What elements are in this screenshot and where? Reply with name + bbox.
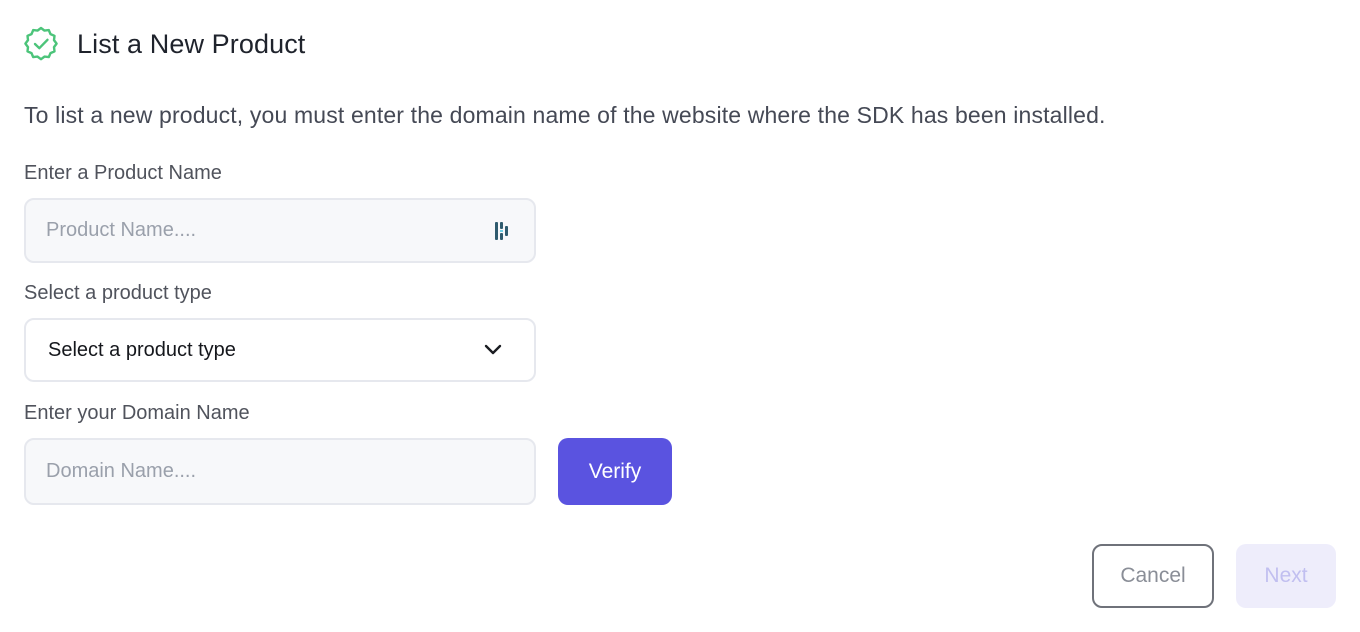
- cancel-button[interactable]: Cancel: [1092, 544, 1214, 608]
- product-name-input[interactable]: [46, 219, 484, 242]
- list-product-dialog: List a New Product To list a new product…: [0, 0, 1360, 632]
- verified-badge-icon: [22, 25, 60, 63]
- product-type-select[interactable]: Select a product type: [24, 318, 536, 382]
- product-type-label: Select a product type: [24, 282, 212, 304]
- product-type-value: Select a product type: [48, 338, 236, 361]
- domain-name-input[interactable]: [46, 460, 514, 483]
- chevron-down-icon: [482, 339, 504, 361]
- password-manager-icon[interactable]: [492, 219, 514, 243]
- dialog-header: List a New Product: [24, 26, 305, 62]
- verify-button[interactable]: Verify: [558, 438, 672, 505]
- page-title: List a New Product: [77, 28, 306, 59]
- domain-name-field[interactable]: [24, 438, 536, 505]
- description-text: To list a new product, you must enter th…: [24, 102, 1106, 128]
- product-name-label: Enter a Product Name: [24, 162, 222, 184]
- product-name-field[interactable]: [24, 198, 536, 263]
- next-button[interactable]: Next: [1236, 544, 1336, 608]
- domain-name-label: Enter your Domain Name: [24, 402, 250, 424]
